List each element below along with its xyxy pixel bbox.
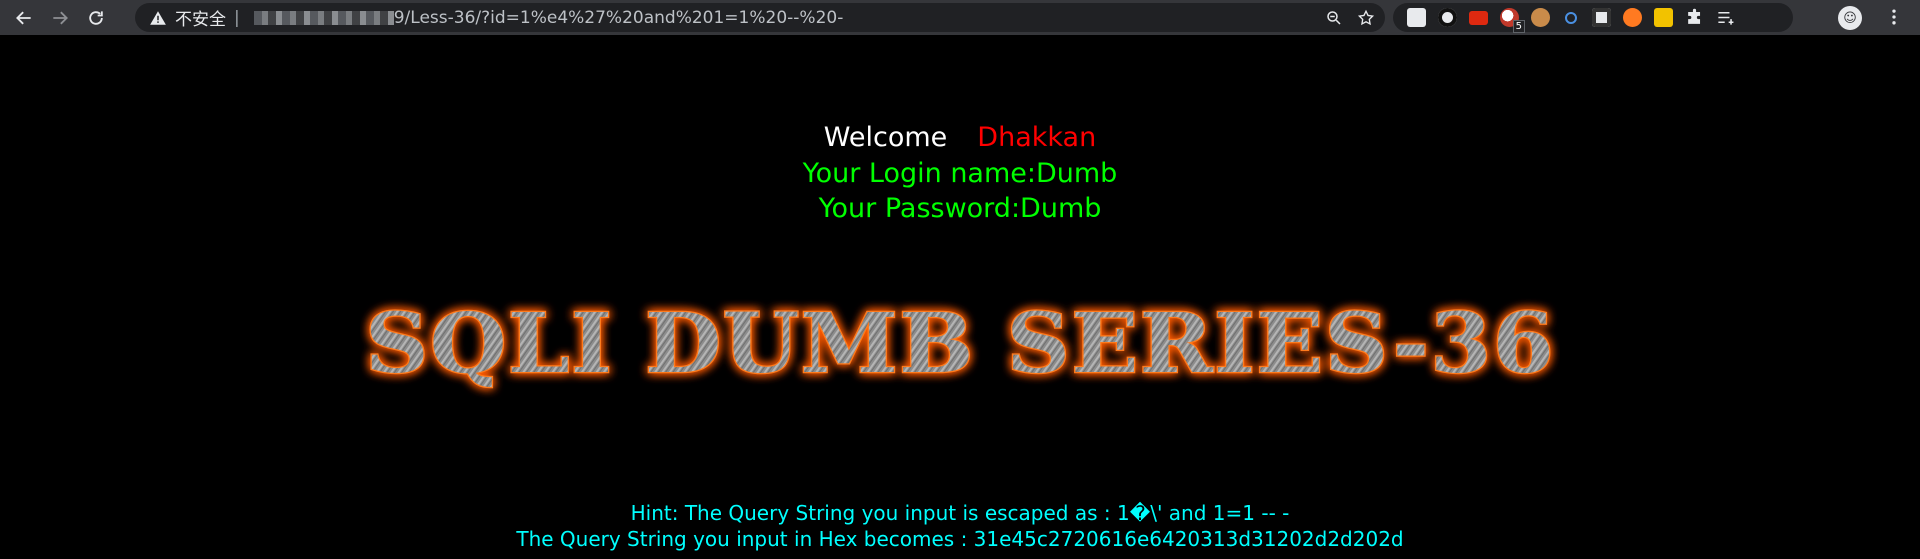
- more-menu-icon[interactable]: [1884, 7, 1904, 27]
- reload-icon: [89, 10, 103, 25]
- url-path: 9/Less-36/?id=1%e4%27%20and%201=1%20--%2…: [393, 7, 844, 28]
- user-name: Dhakkan: [977, 122, 1097, 153]
- arrow-right-icon: [53, 11, 68, 24]
- profile-avatar[interactable]: ☺: [1838, 6, 1862, 30]
- omnibox-separator: |: [234, 7, 240, 28]
- puzzle-icon[interactable]: [1685, 8, 1704, 27]
- ext-3-icon[interactable]: [1469, 10, 1488, 25]
- ext-1-icon[interactable]: [1407, 8, 1426, 27]
- forward-button[interactable]: [42, 0, 78, 35]
- ext-2-icon[interactable]: [1438, 8, 1457, 27]
- back-button[interactable]: [6, 0, 42, 35]
- banner-text: SQLI DUMB SERIES-36: [365, 296, 1555, 392]
- browser-toolbar: 不安全 | 9/Less-36/?id=1%e4%27%20and%201=1%…: [0, 0, 1920, 35]
- omnibox-actions: [1325, 3, 1375, 32]
- ext-8-icon[interactable]: [1623, 8, 1642, 27]
- login-name-text: Your Login name:Dumb: [802, 158, 1118, 189]
- extensions-bar: 5: [1393, 3, 1793, 33]
- ext-7-icon[interactable]: [1592, 8, 1611, 27]
- reload-button[interactable]: [78, 0, 114, 35]
- bookmark-star-icon[interactable]: [1357, 9, 1375, 27]
- page-content: Welcome Dhakkan Your Login name:Dumb Your…: [0, 35, 1920, 559]
- ext-5-icon[interactable]: [1531, 8, 1550, 27]
- welcome-line: Welcome Dhakkan: [0, 121, 1920, 155]
- hint-hex: The Query String you input in Hex become…: [516, 527, 1404, 551]
- welcome-text: Welcome: [823, 122, 948, 153]
- masked-host: [253, 10, 394, 25]
- ext-4-badge: 5: [1512, 20, 1525, 33]
- address-bar[interactable]: 不安全 | 9/Less-36/?id=1%e4%27%20and%201=1%…: [135, 3, 1385, 32]
- series-banner: SQLI DUMB SERIES-36: [364, 295, 1556, 394]
- warning-icon: [150, 10, 166, 25]
- ext-4-icon[interactable]: 5: [1500, 8, 1525, 33]
- hint-escaped: Hint: The Query String you input is esca…: [630, 501, 1290, 525]
- ext-6-icon[interactable]: [1565, 11, 1577, 24]
- ext-9-icon[interactable]: [1654, 8, 1673, 27]
- reading-list-icon[interactable]: [1716, 8, 1735, 27]
- password-text: Your Password:Dumb: [818, 193, 1102, 224]
- arrow-left-icon: [16, 11, 31, 24]
- security-label: 不安全: [175, 10, 226, 30]
- zoom-icon[interactable]: [1325, 9, 1343, 27]
